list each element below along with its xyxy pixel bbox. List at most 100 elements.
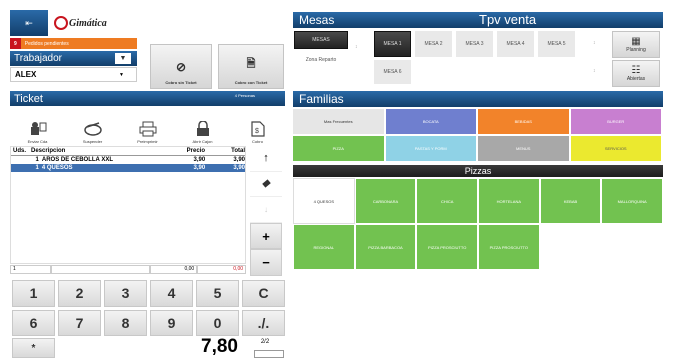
product-chica[interactable]: CHICA (416, 178, 478, 224)
arrow-up-icon: ↑ (263, 152, 269, 165)
back-button[interactable]: ⇤ (10, 10, 48, 36)
printer-icon (139, 121, 156, 137)
family-pastas[interactable]: PASTAS Y PORM (385, 136, 478, 161)
minus-icon: − (262, 255, 270, 271)
family-menus[interactable]: MENUS (478, 136, 571, 161)
plus-button[interactable]: + (250, 222, 282, 250)
product-pizza-barbacoa[interactable]: PIZZA BARBACOA (354, 224, 417, 270)
lock-icon (196, 121, 209, 136)
family-mas-frecuentes[interactable]: Mas Frecuentes (293, 109, 386, 134)
pizzas-header: Pizzas (293, 165, 663, 177)
cobro-button[interactable]: $ Cobro (233, 108, 283, 144)
key-decimal[interactable]: ./. (242, 309, 285, 336)
svg-text:$: $ (255, 128, 259, 135)
desc-field[interactable] (51, 265, 151, 274)
ticket-side-controls: ↑ ↓ + − (250, 146, 282, 276)
product-hortelana[interactable]: HORTELANA (478, 178, 540, 224)
worker-dropdown-button[interactable]: ▼ (115, 53, 131, 64)
preprint-button[interactable]: Preimprimir (123, 108, 173, 144)
price-field[interactable]: 0,00 (150, 265, 198, 274)
table-mesa-6[interactable]: MESA 6 (374, 60, 411, 84)
calendar-icon: ▦ (631, 36, 641, 47)
arrow-down-button[interactable]: ↓ (250, 197, 282, 223)
key-2[interactable]: 2 (58, 280, 101, 307)
table-row-selected[interactable]: 1 4 QUESOS 3,90 3,90 (11, 164, 245, 172)
tables-scroll-up-icon: ↕ (593, 40, 596, 46)
page-next-button[interactable] (254, 350, 284, 358)
zone-scroll-icon: ↕ (355, 44, 358, 50)
pending-orders-bar[interactable]: 9 Pedidos pendientes (10, 38, 137, 49)
family-pizza[interactable]: PIZZA (293, 136, 386, 161)
table-mesa-1[interactable]: MESA 1 (374, 31, 411, 57)
qty-field[interactable]: 1 (10, 265, 51, 274)
send-kitchen-button[interactable]: Enviar Cda (13, 108, 63, 144)
product-pizza-prosciutto[interactable]: PIZZA PROSCIUTTO (416, 224, 478, 270)
suspend-icon (83, 122, 102, 136)
table-mesa-4[interactable]: MESA 4 (497, 31, 534, 57)
zone-mesas-button[interactable]: MESAS (294, 31, 348, 49)
plus-icon: + (262, 228, 270, 244)
tables-scroll-down-icon: ↕ (593, 68, 596, 74)
table-row[interactable]: 1 AROS DE CEBOLLA XXL 3,90 3,90 (11, 156, 245, 164)
document-icon: $ (250, 121, 265, 137)
back-arrow-icon: ⇤ (25, 17, 33, 28)
family-servicios[interactable]: SERVICIOS (570, 136, 663, 161)
chevron-down-icon: ▼ (119, 71, 124, 78)
product-pizza-prosciutto-2[interactable]: PIZZA PROSCIUTTO (478, 224, 540, 270)
table-mesa-5[interactable]: MESA 5 (538, 31, 575, 57)
worker-select[interactable]: ALEX ▼ (10, 67, 137, 82)
eraser-icon (261, 179, 271, 189)
ticket-table-header: Uds. Descripcion Precio Total (11, 148, 245, 156)
product-carbonara[interactable]: CARBONARA (354, 178, 417, 224)
ticket-icon: 🗎 (246, 58, 256, 70)
key-3[interactable]: 3 (104, 280, 147, 307)
send-kitchen-icon (30, 122, 46, 135)
family-bocata[interactable]: BOCATA (385, 109, 478, 134)
pizzas-grid: 4 QUESOS CARBONARA CHICA HORTELANA KEBAB… (293, 178, 663, 270)
suspend-button[interactable]: Suspender (68, 108, 118, 144)
table-mesa-3[interactable]: MESA 3 (456, 31, 493, 57)
product-mallorquina[interactable]: MALLORQUINA (601, 178, 663, 224)
minus-button[interactable]: − (250, 249, 282, 276)
product-kebab[interactable]: KEBAB (539, 178, 602, 224)
open-tables-icon: ☷ (631, 65, 641, 76)
eraser-button[interactable] (250, 172, 282, 198)
family-burger[interactable]: BURGER (570, 109, 663, 134)
ticket-header: Ticket 4 Personas (10, 91, 285, 106)
table-mesa-2[interactable]: MESA 2 (415, 31, 452, 57)
cobro-con-ticket-button[interactable]: 🗎 Cobro con Ticket (218, 44, 284, 89)
logo: Gimática (54, 13, 134, 33)
mesas-header: Mesas Tpv venta (293, 12, 663, 28)
key-7[interactable]: 7 (58, 309, 101, 336)
planning-button[interactable]: ▦ Planning (612, 31, 660, 58)
familias-grid: Mas Frecuentes BOCATA BEBIDAS BURGER PIZ… (293, 109, 663, 161)
family-bebidas[interactable]: BEBIDAS (478, 109, 571, 134)
keypad: 1 2 3 4 5 C 6 7 8 9 0 ./. (12, 280, 285, 336)
key-5[interactable]: 5 (196, 280, 239, 307)
arrow-up-button[interactable]: ↑ (250, 146, 282, 172)
key-clear[interactable]: C (242, 280, 285, 307)
key-9[interactable]: 9 (150, 309, 193, 336)
familias-header: Familias (293, 91, 663, 107)
logo-mark-icon (54, 16, 68, 30)
cobro-sin-ticket-button[interactable]: ⊘ Cobro sin Ticket (150, 44, 212, 89)
no-ticket-icon: ⊘ (175, 60, 187, 74)
abiertas-button[interactable]: ☷ Abiertas (612, 60, 660, 87)
ticket-toolbar: Enviar Cda Suspender Preimprimir Abrir C… (10, 108, 285, 144)
worker-header: Trabajador ▼ (10, 51, 137, 66)
arrow-down-icon: ↓ (264, 204, 268, 214)
ticket-total: 7,80 (201, 336, 238, 357)
key-0[interactable]: 0 (196, 309, 239, 336)
open-drawer-button[interactable]: Abrir Cajon (178, 108, 228, 144)
key-4[interactable]: 4 (150, 280, 193, 307)
key-multiply[interactable]: * (12, 338, 55, 358)
ticket-table: Uds. Descripcion Precio Total 1 AROS DE … (10, 146, 246, 264)
key-8[interactable]: 8 (104, 309, 147, 336)
key-1[interactable]: 1 (12, 280, 55, 307)
key-6[interactable]: 6 (12, 309, 55, 336)
zone-reparto-button[interactable]: Zona Reparto (294, 51, 348, 69)
total-field[interactable]: 0,00 (197, 265, 247, 274)
product-4-quesos[interactable]: 4 QUESOS (293, 178, 355, 224)
page-indicator: 2/2 (260, 339, 270, 345)
product-regional[interactable]: REGIONAL (293, 224, 355, 270)
